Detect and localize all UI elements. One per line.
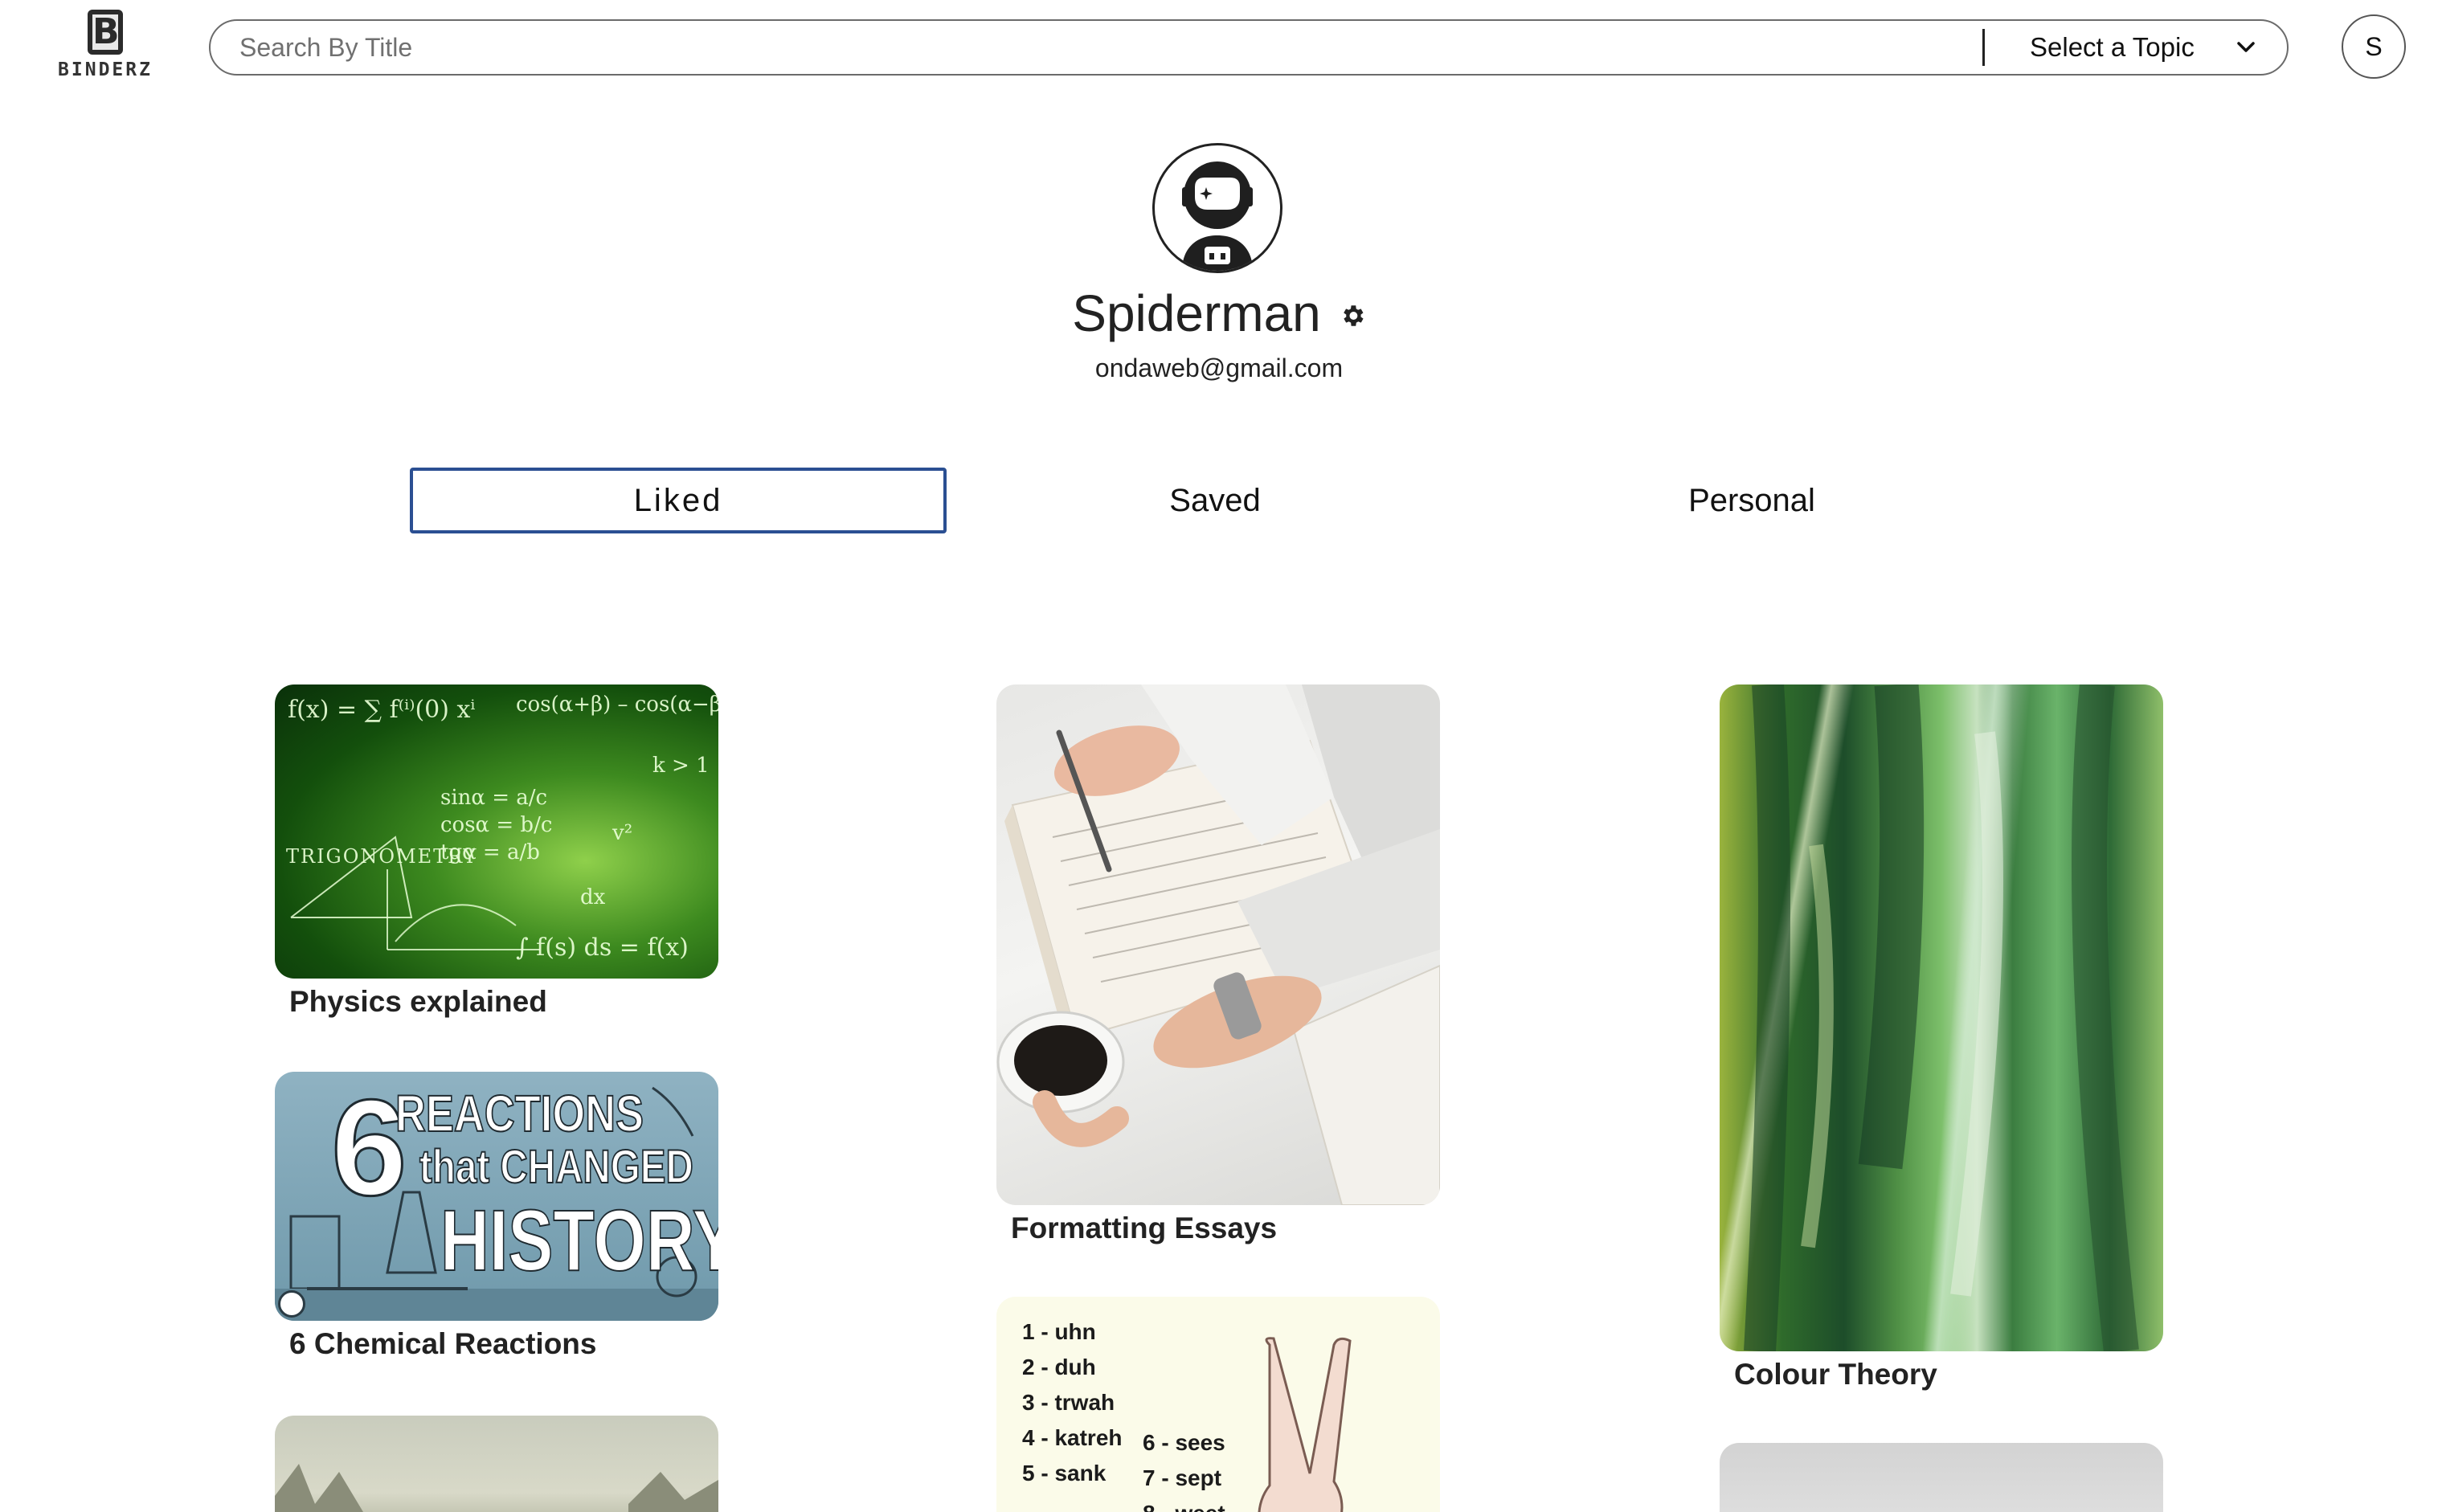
tab-personal[interactable]: Personal: [1483, 468, 2020, 533]
tab-saved[interactable]: Saved: [947, 468, 1483, 533]
card-title: Colour Theory: [1734, 1358, 1937, 1391]
user-avatar-button[interactable]: S: [2342, 14, 2406, 79]
post-card-essays[interactable]: Formatting Essays: [996, 684, 1440, 1245]
gear-icon[interactable]: [1339, 302, 1366, 333]
profile-name: Spiderman: [1072, 284, 1321, 342]
topic-select-label: Select a Topic: [2030, 32, 2195, 62]
tab-label: Liked: [633, 482, 723, 518]
post-card-numbers[interactable]: 1 - uhn 2 - duh 3 - trwah 4 - katreh 5 -…: [996, 1297, 1440, 1512]
tab-label: Saved: [1169, 482, 1261, 518]
profile-page: B BINDERZ Select a Topic S S: [0, 0, 2438, 1512]
reactions-line: that CHANGED: [419, 1141, 693, 1193]
search-bar: Select a Topic: [209, 19, 2289, 76]
trees-silhouette: [275, 1464, 718, 1512]
search-input[interactable]: [211, 21, 1982, 74]
landscape-image: [275, 1416, 718, 1512]
post-card-colour[interactable]: Colour Theory: [1720, 684, 2163, 1391]
numbers-image: 1 - uhn 2 - duh 3 - trwah 4 - katreh 5 -…: [996, 1297, 1440, 1512]
profile-email: ondaweb@gmail.com: [1094, 353, 1344, 382]
logo-text: BINDERZ: [58, 59, 153, 80]
physics-chalkboard-image: f(x) = ∑ f⁽ⁱ⁾(0) xⁱ cos(α+β) – cos(α−β) …: [275, 684, 718, 979]
reactions-line: REACTIONS: [395, 1085, 644, 1142]
post-card-physics[interactable]: f(x) = ∑ f⁽ⁱ⁾(0) xⁱ cos(α+β) – cos(α−β) …: [275, 684, 718, 1019]
card-title: Physics explained: [289, 985, 547, 1018]
topic-select[interactable]: Select a Topic: [2030, 32, 2287, 63]
card-title: 6 Chemical Reactions: [289, 1327, 597, 1360]
search-divider: [1982, 29, 1985, 66]
peace-hand-icon: [1258, 1337, 1352, 1512]
logo-mark-icon: B: [88, 10, 123, 55]
reactions-line: HISTORY: [440, 1191, 718, 1289]
profile-avatar-icon: [1152, 143, 1282, 273]
tab-label: Personal: [1688, 482, 1815, 518]
tab-liked[interactable]: Liked: [410, 468, 947, 533]
green-paint-image: [1720, 684, 2163, 1351]
profile-name-row: Spiderman: [0, 281, 2438, 345]
binderz-logo[interactable]: B BINDERZ: [45, 10, 166, 87]
post-card-reactions[interactable]: 6 REACTIONS that CHANGED HISTORY 6 Chemi…: [275, 1072, 718, 1361]
essay-illustration: [996, 684, 1440, 1205]
post-card-snow[interactable]: [1720, 1443, 2163, 1512]
chevron-down-icon: [2237, 42, 2255, 53]
chalk-diagram: [290, 836, 540, 950]
card-title: Formatting Essays: [1011, 1212, 1278, 1244]
essay-writing-image: [996, 684, 1440, 1205]
paint-strokes: [1744, 684, 2139, 1351]
post-card-landscape[interactable]: [275, 1416, 718, 1512]
pbs-logo-icon: [278, 1290, 305, 1318]
user-initial: S: [2365, 31, 2383, 61]
reactions-image: 6 REACTIONS that CHANGED HISTORY: [275, 1072, 718, 1321]
snow-image: [1720, 1443, 2163, 1512]
